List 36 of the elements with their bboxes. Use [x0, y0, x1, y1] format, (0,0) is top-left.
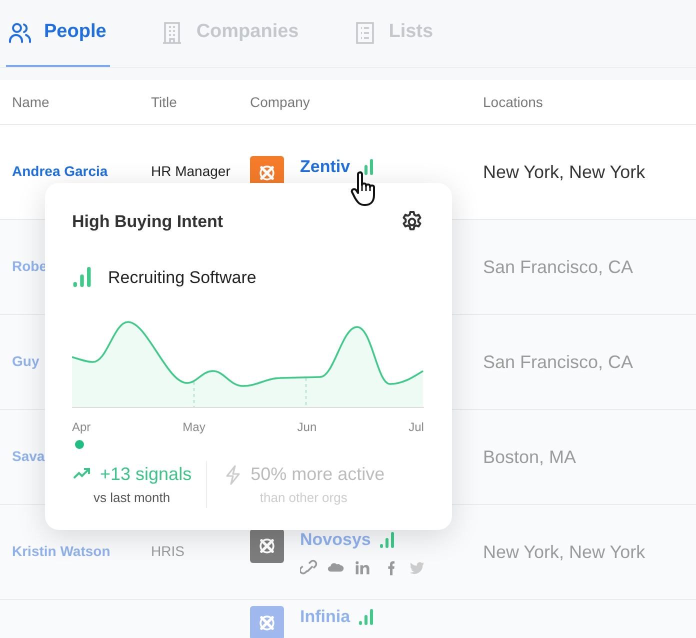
- axis-label: May: [182, 419, 206, 436]
- axis-label: Jun: [297, 419, 317, 436]
- people-icon: [8, 20, 32, 44]
- signal-bars-icon: [378, 532, 395, 548]
- location-text: New York, New York: [483, 162, 646, 182]
- column-header: Title: [151, 92, 178, 112]
- column-header: Locations: [483, 92, 544, 112]
- location-text: Boston, MA: [483, 446, 576, 466]
- person-name-link[interactable]: Sava: [12, 448, 45, 464]
- job-title: HR Manager: [151, 163, 230, 179]
- linkedin-icon[interactable]: [354, 558, 372, 577]
- company-name-link[interactable]: Infinia: [300, 604, 350, 630]
- company-name-link[interactable]: Novosys: [300, 527, 371, 553]
- axis-label: Apr: [72, 419, 91, 436]
- topic-label: Recruiting Software: [108, 266, 256, 288]
- column-header: Company: [250, 92, 311, 112]
- axis-label: Jul: [408, 419, 424, 436]
- job-title: HRIS: [151, 543, 184, 559]
- stat-caption: vs last month: [93, 489, 170, 507]
- signal-bars-icon: [72, 267, 92, 288]
- person-name-link[interactable]: Robe: [12, 258, 47, 274]
- location-text: San Francisco, CA: [483, 256, 634, 276]
- person-name-link[interactable]: Kristin Watson: [12, 543, 110, 559]
- person-name-link[interactable]: Andrea Garcia: [12, 163, 108, 179]
- column-header: Name: [12, 92, 50, 112]
- company-name-link[interactable]: Zentiv: [300, 154, 350, 180]
- stat-value: +13 signals: [100, 463, 192, 486]
- signal-bars-icon: [358, 608, 374, 625]
- location-text: San Francisco, CA: [483, 352, 634, 372]
- stat-value: 50% more active: [250, 463, 385, 486]
- tab[interactable]: People: [6, 0, 110, 67]
- legend-dot: [75, 440, 84, 449]
- popover-title: High Buying Intent: [72, 211, 224, 233]
- link-icon[interactable]: [300, 558, 318, 577]
- person-name-link[interactable]: Guy: [12, 353, 40, 369]
- location-text: New York, New York: [483, 542, 646, 562]
